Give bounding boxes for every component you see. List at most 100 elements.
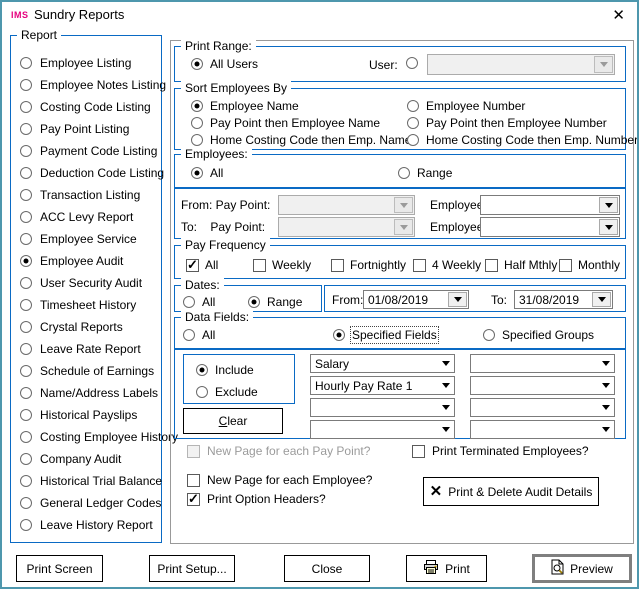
report-option-costing-code-listing[interactable]: Costing Code Listing (20, 96, 159, 118)
sort-option-employee-number[interactable]: Employee Number (407, 99, 638, 113)
payfreq-half-mthly[interactable]: Half Mthly (485, 258, 557, 272)
report-option-employee-audit[interactable]: Employee Audit (20, 250, 159, 272)
report-option-deduction-code-listing[interactable]: Deduction Code Listing (20, 162, 159, 184)
employees-range-radio[interactable]: Range (398, 166, 452, 180)
specified-groups-radio[interactable]: Specified Groups (483, 328, 594, 342)
print-option-headers-checkbox[interactable]: Print Option Headers? (187, 492, 326, 506)
user-radio[interactable] (406, 57, 418, 69)
field-combobox-r3-c2[interactable] (470, 398, 615, 417)
report-option-employee-service[interactable]: Employee Service (20, 228, 159, 250)
field-combobox-r1-c2[interactable] (470, 354, 615, 373)
preview-button[interactable]: Preview (532, 554, 632, 583)
employees-range-label: Range (417, 166, 452, 180)
data-fields-all-radio[interactable]: All (183, 328, 215, 342)
report-option-user-security-audit[interactable]: User Security Audit (20, 272, 159, 294)
radio-icon (20, 299, 32, 311)
payfreq-all[interactable]: All (186, 258, 218, 272)
field-combobox-r3-c1[interactable] (310, 398, 455, 417)
from-employee-combobox[interactable] (480, 195, 620, 215)
sort-option-employee-name-label: Employee Name (210, 99, 299, 113)
dropdown-arrow-icon[interactable] (597, 421, 614, 438)
sort-option-home-costing-code-then-emp-name[interactable]: Home Costing Code then Emp. Name (191, 133, 407, 147)
to-employee-combobox[interactable] (480, 217, 620, 237)
specified-fields-radio[interactable]: Specified Fields (333, 328, 437, 342)
report-option-pay-point-listing-label: Pay Point Listing (40, 122, 129, 136)
printer-icon (423, 560, 439, 577)
radio-icon (20, 189, 32, 201)
print-setup-button[interactable]: Print Setup... (149, 555, 235, 582)
report-option-leave-history-report[interactable]: Leave History Report (20, 514, 159, 536)
radio-icon (333, 329, 345, 341)
dropdown-arrow-icon[interactable] (437, 377, 454, 394)
radio-icon (20, 211, 32, 223)
field-combobox-r2-c1[interactable]: Hourly Pay Rate 1 (310, 376, 455, 395)
radio-icon (20, 79, 32, 91)
payfreq-fortnightly[interactable]: Fortnightly (331, 258, 406, 272)
close-icon[interactable]: ✕ (612, 6, 625, 24)
report-option-acc-levy-report[interactable]: ACC Levy Report (20, 206, 159, 228)
dropdown-arrow-icon[interactable] (592, 292, 611, 307)
dropdown-arrow-icon[interactable] (437, 421, 454, 438)
sort-option-pay-point-then-employee-number[interactable]: Pay Point then Employee Number (407, 116, 638, 130)
specified-fields-label: Specified Fields (352, 328, 437, 342)
titlebar: IMS Sundry Reports ✕ (2, 2, 637, 28)
close-button[interactable]: Close (284, 555, 370, 582)
field-combobox-r2-c2[interactable] (470, 376, 615, 395)
report-option-schedule-of-earnings[interactable]: Schedule of Earnings (20, 360, 159, 382)
dates-range-box: From: 01/08/2019 To: 31/08/2019 (324, 285, 626, 312)
report-option-employee-notes-listing[interactable]: Employee Notes Listing (20, 74, 159, 96)
report-option-historical-trial-balance[interactable]: Historical Trial Balance (20, 470, 159, 492)
dates-all-radio[interactable]: All (183, 295, 215, 309)
report-option-crystal-reports[interactable]: Crystal Reports (20, 316, 159, 338)
dropdown-arrow-icon[interactable] (437, 355, 454, 372)
sort-option-home-costing-code-then-emp-number[interactable]: Home Costing Code then Emp. Number (407, 133, 638, 147)
radio-icon (191, 167, 203, 179)
date-to-combobox[interactable]: 31/08/2019 (514, 290, 613, 309)
report-option-name-address-labels[interactable]: Name/Address Labels (20, 382, 159, 404)
print-screen-button[interactable]: Print Screen (16, 555, 103, 582)
report-option-pay-point-listing[interactable]: Pay Point Listing (20, 118, 159, 140)
employees-all-radio[interactable]: All (191, 166, 223, 180)
report-option-employee-listing[interactable]: Employee Listing (20, 52, 159, 74)
dropdown-arrow-icon[interactable] (597, 399, 614, 416)
field-combobox-r4-c1[interactable] (310, 420, 455, 439)
sort-option-employee-name[interactable]: Employee Name (191, 99, 407, 113)
report-option-company-audit[interactable]: Company Audit (20, 448, 159, 470)
dropdown-arrow-icon[interactable] (448, 292, 467, 307)
checkbox-icon (331, 259, 344, 272)
report-option-costing-employee-history-label: Costing Employee History (40, 430, 178, 444)
report-option-leave-rate-report[interactable]: Leave Rate Report (20, 338, 159, 360)
dropdown-arrow-icon[interactable] (599, 197, 618, 213)
report-option-payment-code-listing[interactable]: Payment Code Listing (20, 140, 159, 162)
print-delete-audit-button[interactable]: ✕ Print & Delete Audit Details (423, 477, 599, 506)
clear-button[interactable]: Clear (183, 408, 283, 434)
all-users-radio[interactable]: All Users (191, 57, 258, 71)
report-option-transaction-listing[interactable]: Transaction Listing (20, 184, 159, 206)
from-pay-point-combobox (278, 195, 415, 215)
print-terminated-checkbox[interactable]: Print Terminated Employees? (412, 444, 589, 458)
dropdown-arrow-icon[interactable] (599, 219, 618, 235)
dropdown-arrow-icon[interactable] (597, 377, 614, 394)
exclude-radio[interactable]: Exclude (196, 385, 258, 399)
sort-option-pay-point-then-employee-name[interactable]: Pay Point then Employee Name (191, 116, 407, 130)
new-page-employee-checkbox[interactable]: New Page for each Employee? (187, 473, 372, 487)
dropdown-arrow-icon[interactable] (597, 355, 614, 372)
dropdown-arrow-icon[interactable] (437, 399, 454, 416)
payfreq-4-weekly[interactable]: 4 Weekly (413, 258, 481, 272)
field-combobox-value (311, 429, 437, 431)
report-option-timesheet-history[interactable]: Timesheet History (20, 294, 159, 316)
report-option-general-ledger-codes[interactable]: General Ledger Codes (20, 492, 159, 514)
payfreq-weekly[interactable]: Weekly (253, 258, 311, 272)
radio-icon (183, 329, 195, 341)
date-to-label: To: (491, 293, 507, 307)
radio-icon (398, 167, 410, 179)
date-from-combobox[interactable]: 01/08/2019 (363, 290, 469, 309)
field-combobox-r4-c2[interactable] (470, 420, 615, 439)
report-option-historical-payslips[interactable]: Historical Payslips (20, 404, 159, 426)
print-button[interactable]: Print (406, 555, 487, 582)
payfreq-monthly[interactable]: Monthly (559, 258, 620, 272)
field-combobox-r1-c1[interactable]: Salary (310, 354, 455, 373)
report-option-costing-employee-history[interactable]: Costing Employee History (20, 426, 159, 448)
dates-range-radio[interactable]: Range (248, 295, 302, 309)
include-radio[interactable]: Include (196, 363, 254, 377)
